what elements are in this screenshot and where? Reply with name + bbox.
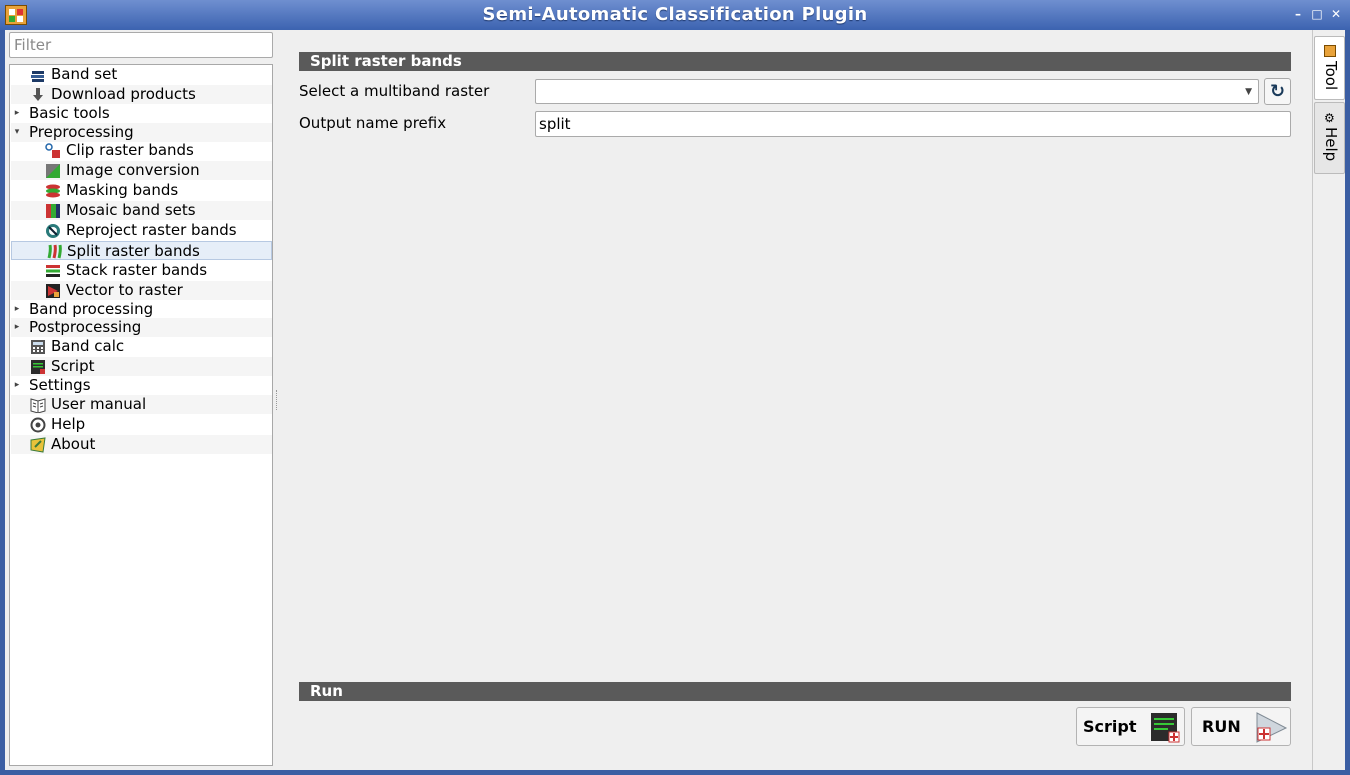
vector-to-raster-icon <box>46 284 60 298</box>
tree-item-reproject-raster-bands[interactable]: Reproject raster bands <box>11 221 272 240</box>
side-tab-bar: Tool ⚙ Help <box>1312 30 1345 770</box>
tree-item-about[interactable]: About <box>11 435 272 454</box>
tree-item-stack-raster-bands[interactable]: Stack raster bands <box>11 261 272 280</box>
minimize-button[interactable]: – <box>1290 6 1306 22</box>
tree-item-label: Band processing <box>29 300 154 318</box>
refresh-icon: ↻ <box>1269 81 1286 102</box>
output-prefix-input[interactable] <box>535 111 1291 137</box>
stack-icon <box>46 265 60 277</box>
manual-icon <box>30 398 46 413</box>
tree-item-label: Basic tools <box>29 104 110 122</box>
multiband-raster-combo[interactable]: ▼ <box>535 79 1259 104</box>
download-icon <box>33 88 43 101</box>
tree-item-label: Postprocessing <box>29 318 142 336</box>
close-button[interactable]: ✕ <box>1328 6 1344 22</box>
title-bar[interactable]: Semi-Automatic Classification Plugin – □… <box>0 0 1350 30</box>
reproject-icon <box>46 224 60 238</box>
split-section-header: Split raster bands <box>299 52 1291 71</box>
tree-item-label: Band set <box>51 65 118 83</box>
tree-item-label: User manual <box>51 395 147 413</box>
clip-icon <box>45 143 60 158</box>
tree-item-split-raster-bands[interactable]: Split raster bands <box>11 241 272 260</box>
app-window: Semi-Automatic Classification Plugin – □… <box>0 0 1350 775</box>
tree-item-label: Help <box>51 415 86 433</box>
tree-item-label: Masking bands <box>66 181 179 199</box>
panel-splitter[interactable] <box>276 390 278 410</box>
calculator-icon <box>31 340 45 354</box>
tree-item-label: Stack raster bands <box>66 261 208 279</box>
tree-item-label: Image conversion <box>66 161 200 179</box>
tab-tool[interactable]: Tool <box>1314 36 1345 100</box>
tree-item-band-calc[interactable]: Band calc <box>11 337 272 356</box>
dock-content: Band set Download products ▸ Basic tools ▾ Pr… <box>5 30 1345 770</box>
tree-item-label: Vector to raster <box>66 281 183 299</box>
tool-icon <box>1324 45 1336 57</box>
masking-icon <box>46 184 60 198</box>
tab-tool-label: Tool <box>1322 61 1340 91</box>
tree-item-label: Clip raster bands <box>66 141 194 159</box>
tree-item-label: Split raster bands <box>67 242 200 260</box>
tree-item-script[interactable]: Script <box>11 357 272 376</box>
split-icon <box>47 244 62 259</box>
tree-item-band-set[interactable]: Band set <box>11 65 272 84</box>
run-section-header: Run <box>299 682 1291 701</box>
tab-help-label: Help <box>1322 127 1340 162</box>
chevron-down-icon[interactable]: ▾ <box>12 123 22 142</box>
chevron-right-icon[interactable]: ▸ <box>12 300 22 319</box>
script-button[interactable]: Script <box>1076 707 1185 746</box>
tree-item-label: Preprocessing <box>29 123 134 141</box>
tree-item-label: Settings <box>29 376 91 394</box>
chevron-right-icon[interactable]: ▸ <box>12 318 22 337</box>
run-button[interactable]: RUN <box>1191 707 1291 746</box>
chevron-right-icon[interactable]: ▸ <box>12 104 22 123</box>
tree-item-label: About <box>51 435 96 453</box>
tree-item-help[interactable]: Help <box>11 415 272 434</box>
tree-item-label: Script <box>51 357 95 375</box>
tab-help[interactable]: ⚙ Help <box>1314 102 1345 174</box>
tree-item-vector-to-raster[interactable]: Vector to raster <box>11 281 272 300</box>
tree-item-clip-raster-bands[interactable]: Clip raster bands <box>11 141 272 160</box>
raster-label: Select a multiband raster <box>299 82 490 100</box>
image-conversion-icon <box>46 164 60 178</box>
tree-item-image-conversion[interactable]: Image conversion <box>11 161 272 180</box>
mosaic-icon <box>46 204 60 218</box>
script-icon <box>31 360 45 374</box>
run-button-label: RUN <box>1202 717 1241 736</box>
gear-icon: ⚙ <box>1324 111 1335 125</box>
tree-item-basic-tools[interactable]: ▸ Basic tools <box>11 104 272 123</box>
tree-item-user-manual[interactable]: User manual <box>11 395 272 414</box>
tree-item-mosaic-band-sets[interactable]: Mosaic band sets <box>11 201 272 220</box>
help-icon <box>30 417 46 433</box>
script-icon <box>1151 713 1180 743</box>
tree-item-download-products[interactable]: Download products <box>11 85 272 104</box>
script-button-label: Script <box>1083 717 1137 736</box>
about-icon <box>30 437 46 453</box>
window-title: Semi-Automatic Classification Plugin <box>482 4 868 25</box>
tree-item-label: Mosaic band sets <box>66 201 196 219</box>
tree-item-label: Band calc <box>51 337 125 355</box>
tree-item-label: Download products <box>51 85 196 103</box>
run-icon <box>1256 712 1288 743</box>
chevron-down-icon: ▼ <box>1245 87 1252 97</box>
tree-item-masking-bands[interactable]: Masking bands <box>11 181 272 200</box>
tree-item-preprocessing[interactable]: ▾ Preprocessing <box>11 123 272 142</box>
refresh-button[interactable]: ↻ <box>1264 78 1291 105</box>
chevron-right-icon[interactable]: ▸ <box>12 376 22 395</box>
tree-item-postprocessing[interactable]: ▸ Postprocessing <box>11 318 272 337</box>
tree-item-settings[interactable]: ▸ Settings <box>11 376 272 395</box>
prefix-label: Output name prefix <box>299 114 447 132</box>
band-set-icon <box>31 71 44 82</box>
tree-item-band-processing[interactable]: ▸ Band processing <box>11 300 272 319</box>
maximize-button[interactable]: □ <box>1309 6 1325 22</box>
tree-item-label: Reproject raster bands <box>66 221 237 239</box>
tool-tree[interactable]: Band set Download products ▸ Basic tools ▾ Pr… <box>9 64 273 766</box>
filter-input[interactable] <box>9 32 273 58</box>
